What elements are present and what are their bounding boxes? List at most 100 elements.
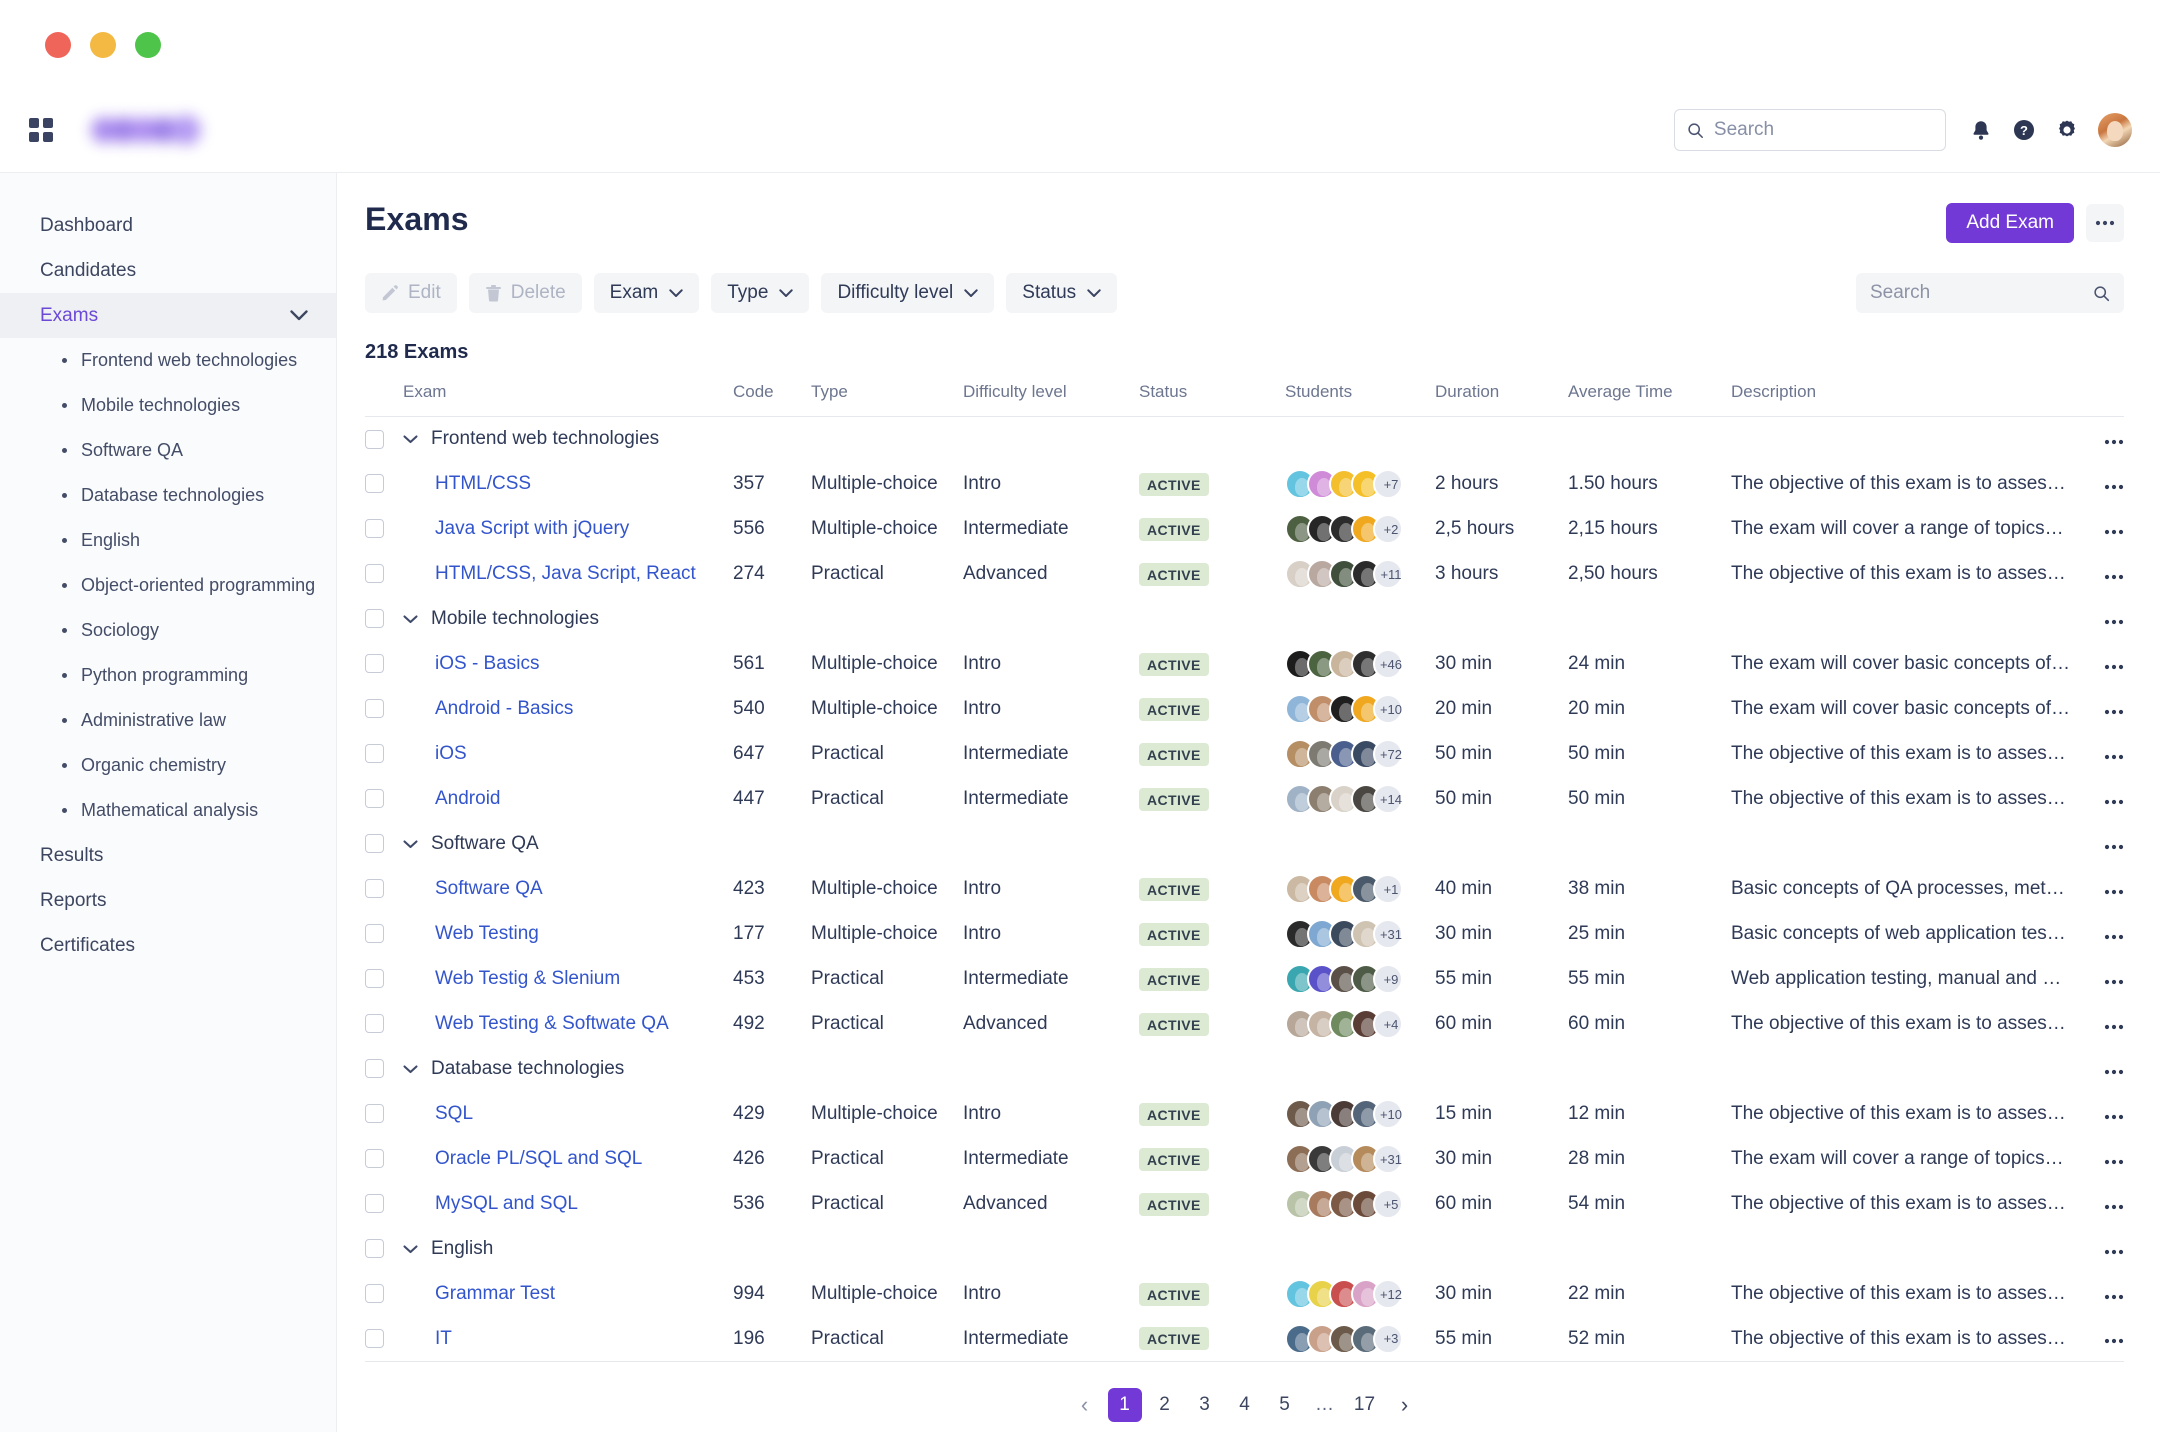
exam-link[interactable]: Web Testing & Softwate QA: [403, 1013, 669, 1035]
row-actions-button[interactable]: [2070, 1182, 2124, 1227]
pagination-next-button[interactable]: ›: [1388, 1388, 1422, 1422]
close-window-button[interactable]: [45, 32, 71, 58]
row-checkbox[interactable]: [365, 744, 384, 764]
row-checkbox[interactable]: [365, 1104, 384, 1124]
exam-link[interactable]: Grammar Test: [403, 1283, 555, 1305]
row-checkbox[interactable]: [365, 1329, 384, 1349]
chevron-down-icon[interactable]: [403, 837, 418, 852]
row-actions-button[interactable]: [2070, 1092, 2124, 1137]
pagination-page-3[interactable]: 3: [1188, 1388, 1222, 1422]
pagination-page-2[interactable]: 2: [1148, 1388, 1182, 1422]
row-actions-button[interactable]: [2070, 687, 2124, 732]
group-row-actions-button[interactable]: [2070, 822, 2124, 867]
global-search[interactable]: [1674, 109, 1946, 151]
table-row[interactable]: Web Testing 177 Multiple-choice Intro ACTIVE…: [365, 912, 2124, 957]
row-actions-button[interactable]: [2070, 867, 2124, 912]
sidebar-subitem-mobile-technologies[interactable]: Mobile technologies: [0, 383, 336, 428]
group-checkbox[interactable]: [365, 1239, 384, 1259]
group-row-actions-button[interactable]: [2070, 417, 2124, 462]
table-row[interactable]: IT 196 Practical Intermediate ACTIVE +3 55 min…: [365, 1316, 2124, 1362]
table-row[interactable]: Java Script with jQuery 556 Multiple-choic…: [365, 507, 2124, 552]
sidebar-subitem-object-oriented-programming[interactable]: Object-oriented programming: [0, 563, 336, 608]
sidebar-item-certificates[interactable]: Certificates: [0, 923, 336, 968]
row-checkbox[interactable]: [365, 699, 384, 719]
row-actions-button[interactable]: [2070, 777, 2124, 822]
exam-link[interactable]: Web Testing: [403, 923, 539, 945]
filter-difficulty-dropdown[interactable]: Difficulty level: [821, 273, 995, 313]
add-exam-button[interactable]: Add Exam: [1946, 203, 2074, 243]
row-actions-button[interactable]: [2070, 462, 2124, 507]
row-checkbox[interactable]: [365, 789, 384, 809]
group-checkbox[interactable]: [365, 834, 384, 854]
table-row[interactable]: Web Testig & Slenium 453 Practical Intermed…: [365, 957, 2124, 1002]
row-actions-button[interactable]: [2070, 1137, 2124, 1182]
row-checkbox[interactable]: [365, 564, 384, 584]
row-checkbox[interactable]: [365, 969, 384, 989]
user-avatar[interactable]: [2098, 113, 2132, 147]
table-row[interactable]: Software QA 423 Multiple-choice Intro ACTIVE…: [365, 867, 2124, 912]
row-actions-button[interactable]: [2070, 912, 2124, 957]
group-checkbox[interactable]: [365, 609, 384, 629]
edit-button[interactable]: Edit: [365, 273, 457, 313]
exam-link[interactable]: Software QA: [403, 878, 543, 900]
group-row-actions-button[interactable]: [2070, 1047, 2124, 1092]
table-search[interactable]: [1856, 273, 2124, 313]
bell-icon[interactable]: [1968, 117, 1994, 143]
table-search-input[interactable]: [1870, 282, 2085, 304]
row-checkbox[interactable]: [365, 879, 384, 899]
row-actions-button[interactable]: [2070, 1002, 2124, 1047]
pagination-prev-button[interactable]: ‹: [1068, 1388, 1102, 1422]
group-row-actions-button[interactable]: [2070, 597, 2124, 642]
sidebar-subitem-software-qa[interactable]: Software QA: [0, 428, 336, 473]
sidebar-subitem-organic-chemistry[interactable]: Organic chemistry: [0, 743, 336, 788]
table-row[interactable]: HTML/CSS 357 Multiple-choice Intro ACTIVE +7 2…: [365, 462, 2124, 507]
table-row[interactable]: MySQL and SQL 536 Practical Advanced ACTIVE +…: [365, 1182, 2124, 1227]
minimize-window-button[interactable]: [90, 32, 116, 58]
group-checkbox[interactable]: [365, 1059, 384, 1079]
row-actions-button[interactable]: [2070, 732, 2124, 777]
row-checkbox[interactable]: [365, 519, 384, 539]
page-more-actions-button[interactable]: [2086, 204, 2124, 242]
group-checkbox[interactable]: [365, 429, 384, 449]
table-row[interactable]: Web Testing & Softwate QA 492 Practical Adv…: [365, 1002, 2124, 1047]
app-switcher-icon[interactable]: [29, 118, 53, 142]
exam-link[interactable]: iOS: [403, 743, 467, 765]
exam-link[interactable]: HTML/CSS: [403, 473, 531, 495]
chevron-down-icon[interactable]: [403, 612, 418, 627]
exam-link[interactable]: Java Script with jQuery: [403, 518, 629, 540]
chevron-down-icon[interactable]: [403, 1062, 418, 1077]
delete-button[interactable]: Delete: [468, 273, 582, 313]
help-icon[interactable]: ?: [2011, 117, 2037, 143]
row-checkbox[interactable]: [365, 924, 384, 944]
filter-type-dropdown[interactable]: Type: [711, 273, 810, 313]
sidebar-subitem-frontend-web-technologies[interactable]: Frontend web technologies: [0, 338, 336, 383]
row-actions-button[interactable]: [2070, 957, 2124, 1002]
table-row[interactable]: HTML/CSS, Java Script, React 274 Practical…: [365, 552, 2124, 597]
exam-link[interactable]: Oracle PL/SQL and SQL: [403, 1148, 642, 1170]
gear-icon[interactable]: [2054, 117, 2080, 143]
table-row[interactable]: Oracle PL/SQL and SQL 426 Practical Interme…: [365, 1137, 2124, 1182]
exam-link[interactable]: Web Testig & Slenium: [403, 968, 620, 990]
sidebar-item-results[interactable]: Results: [0, 833, 336, 878]
row-actions-button[interactable]: [2070, 1272, 2124, 1317]
exam-link[interactable]: iOS - Basics: [403, 653, 540, 675]
table-row[interactable]: Grammar Test 994 Multiple-choice Intro ACTIV…: [365, 1272, 2124, 1317]
sidebar-subitem-python-programming[interactable]: Python programming: [0, 653, 336, 698]
sidebar-item-exams[interactable]: Exams: [0, 293, 336, 338]
pagination-page-4[interactable]: 4: [1228, 1388, 1262, 1422]
maximize-window-button[interactable]: [135, 32, 161, 58]
row-actions-button[interactable]: [2070, 642, 2124, 687]
sidebar-item-reports[interactable]: Reports: [0, 878, 336, 923]
sidebar-subitem-database-technologies[interactable]: Database technologies: [0, 473, 336, 518]
exam-link[interactable]: Android: [403, 788, 501, 810]
exam-link[interactable]: IT: [403, 1328, 452, 1350]
row-actions-button[interactable]: [2070, 1316, 2124, 1362]
table-row[interactable]: SQL 429 Multiple-choice Intro ACTIVE +10 15 mi…: [365, 1092, 2124, 1137]
row-actions-button[interactable]: [2070, 507, 2124, 552]
sidebar-subitem-english[interactable]: English: [0, 518, 336, 563]
table-row[interactable]: iOS - Basics 561 Multiple-choice Intro ACTIV…: [365, 642, 2124, 687]
row-actions-button[interactable]: [2070, 552, 2124, 597]
sidebar-subitem-mathematical-analysis[interactable]: Mathematical analysis: [0, 788, 336, 833]
group-row-actions-button[interactable]: [2070, 1227, 2124, 1272]
chevron-down-icon[interactable]: [403, 432, 418, 447]
